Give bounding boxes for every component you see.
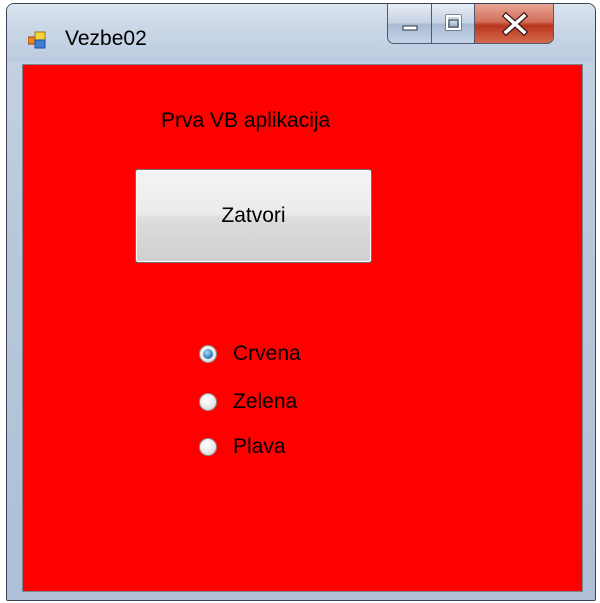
radio-label: Plava: [233, 435, 286, 458]
app-window: Vezbe02 Prva VB aplikacija Zatvori Crven…: [6, 3, 596, 601]
radio-button[interactable]: [199, 438, 217, 456]
close-window-button[interactable]: [474, 4, 554, 44]
minimize-button[interactable]: [387, 4, 432, 44]
form-app-icon[interactable]: [27, 31, 46, 49]
radio-button-checked[interactable]: [199, 345, 217, 363]
window-title: Vezbe02: [65, 27, 147, 50]
title-bar[interactable]: Vezbe02: [7, 4, 595, 62]
close-icon: [501, 11, 529, 37]
form-client-area: Prva VB aplikacija Zatvori Crvena Zelena…: [22, 64, 583, 592]
radio-button[interactable]: [199, 393, 217, 411]
window-controls: [387, 4, 593, 44]
radio-label: Crvena: [233, 342, 301, 365]
minimize-icon: [402, 25, 418, 31]
maximize-icon: [445, 14, 462, 31]
radio-crvena[interactable]: Crvena: [199, 341, 301, 367]
radio-zelena[interactable]: Zelena: [199, 389, 297, 415]
close-app-button-label: Zatvori: [221, 204, 286, 227]
radio-label: Zelena: [233, 390, 298, 413]
radio-plava[interactable]: Plava: [199, 434, 286, 460]
app-heading-label: Prva VB aplikacija: [161, 109, 331, 132]
close-app-button[interactable]: Zatvori: [135, 169, 372, 263]
maximize-button[interactable]: [431, 4, 475, 44]
